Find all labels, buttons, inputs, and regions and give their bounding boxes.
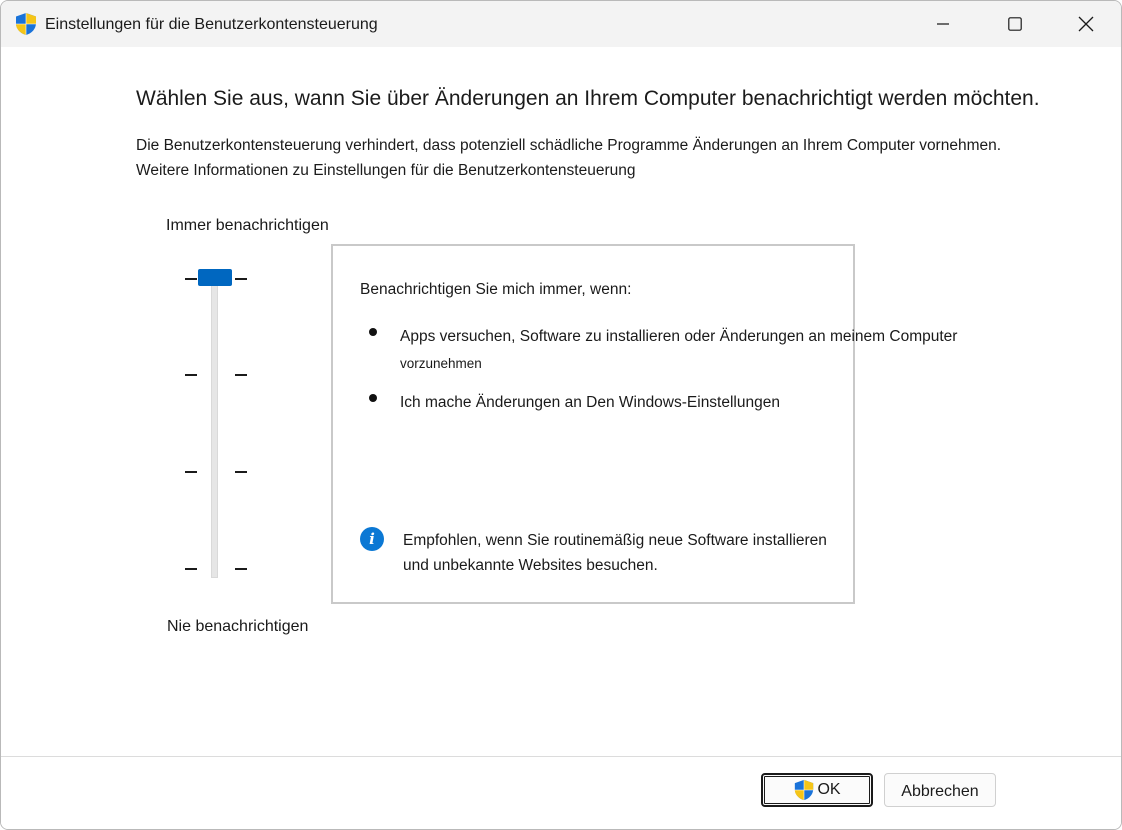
bullet-icon bbox=[369, 394, 377, 402]
description-text: Die Benutzerkontensteuerung verhindert, … bbox=[136, 137, 1002, 154]
title-bar[interactable]: Einstellungen für die Benutzerkontensteu… bbox=[1, 1, 1121, 47]
close-button[interactable] bbox=[1051, 1, 1121, 47]
slider-tick bbox=[235, 568, 247, 570]
minimize-button[interactable] bbox=[908, 1, 978, 47]
info-icon: i bbox=[360, 527, 384, 551]
minimize-icon bbox=[937, 23, 949, 25]
slider-tick bbox=[235, 278, 247, 280]
cancel-button[interactable]: Abbrechen bbox=[884, 773, 996, 807]
slider-label-bottom: Nie benachrichtigen bbox=[167, 618, 309, 635]
slider-tick bbox=[185, 471, 197, 473]
uac-shield-icon bbox=[795, 779, 814, 801]
slider-tick bbox=[185, 374, 197, 376]
slider-tick bbox=[185, 278, 197, 280]
uac-shield-icon bbox=[16, 13, 36, 35]
box-title: Benachrichtigen Sie mich immer, wenn: bbox=[360, 281, 632, 298]
uac-settings-window: Einstellungen für die Benutzerkontensteu… bbox=[0, 0, 1122, 830]
footer: OK Abbrechen bbox=[1, 757, 1121, 829]
bullet-continuation: vorzunehmen bbox=[400, 356, 482, 371]
recommendation-text: und unbekannte Websites besuchen. bbox=[403, 557, 658, 574]
notification-description-box: Benachrichtigen Sie mich immer, wenn: Ap… bbox=[331, 244, 957, 604]
ok-button[interactable]: OK bbox=[761, 773, 873, 807]
window-title: Einstellungen für die Benutzerkontensteu… bbox=[45, 16, 378, 33]
notification-level-slider-thumb[interactable] bbox=[198, 269, 232, 286]
recommendation-text: Empfohlen, wenn Sie routinemäßig neue So… bbox=[403, 532, 827, 549]
slider-tick bbox=[185, 568, 197, 570]
slider-tick bbox=[235, 471, 247, 473]
ok-button-label: OK bbox=[817, 781, 841, 798]
bullet-icon bbox=[369, 328, 377, 336]
page-heading: Wählen Sie aus, wann Sie über Änderungen… bbox=[136, 87, 1040, 110]
maximize-button[interactable] bbox=[980, 1, 1050, 47]
bullet-text: Apps versuchen, Software zu installieren… bbox=[400, 328, 958, 345]
slider-tick bbox=[235, 374, 247, 376]
bullet-text: Ich mache Änderungen an Den Windows-Eins… bbox=[400, 394, 780, 411]
slider-label-top: Immer benachrichtigen bbox=[166, 217, 329, 234]
cancel-button-label: Abbrechen bbox=[901, 783, 979, 800]
maximize-icon bbox=[1008, 17, 1022, 31]
close-icon bbox=[1078, 16, 1094, 32]
learn-more-link[interactable]: Weitere Informationen zu Einstellungen f… bbox=[136, 162, 635, 180]
notification-level-slider-track[interactable] bbox=[211, 274, 218, 578]
